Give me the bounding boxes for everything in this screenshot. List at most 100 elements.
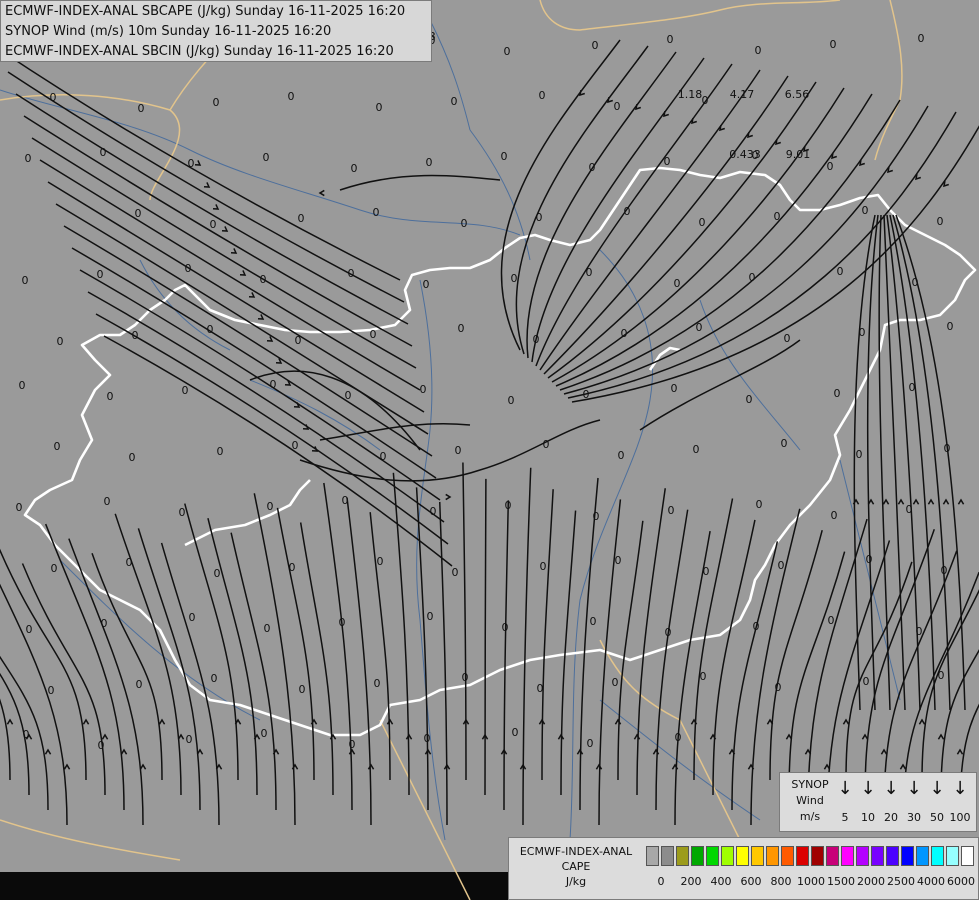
station-value-label: 0: [749, 271, 756, 284]
station-value-label: 0: [292, 439, 299, 452]
station-value-label: 0: [26, 623, 33, 636]
cape-legend-swatch: [691, 846, 704, 866]
station-value-label: 0: [859, 326, 866, 339]
station-value-label: 0: [667, 33, 674, 46]
station-value-label: 0: [289, 561, 296, 574]
station-value-label: 0: [504, 45, 511, 58]
station-value-label: 0: [98, 739, 105, 752]
synop-legend-speed: 10: [861, 811, 875, 824]
station-value-label: 0: [345, 389, 352, 402]
station-value-label: 0: [702, 94, 709, 107]
station-value-label: 0: [267, 500, 274, 513]
station-value-label: 0: [537, 682, 544, 695]
synop-legend-arrow-icon: ↓: [952, 778, 968, 799]
synop-legend-speed: 100: [949, 811, 971, 824]
station-value-label: 0: [189, 611, 196, 624]
station-value-label: 0: [380, 450, 387, 463]
station-value-label: 0: [774, 210, 781, 223]
weather-map[interactable]: 00.00300000000000000000001.184.176.56000…: [0, 0, 979, 900]
station-value-label: 0: [863, 675, 870, 688]
synop-legend-speed: 20: [884, 811, 898, 824]
cape-legend-swatch: [766, 846, 779, 866]
station-value-label: 0: [784, 332, 791, 345]
station-value-label: 0: [589, 161, 596, 174]
station-value-label: 1.18: [678, 88, 703, 101]
cape-legend-swatch: [901, 846, 914, 866]
cape-color-legend: ECMWF-INDEX-ANAL CAPE J/kg 0 200 400 600 800…: [508, 837, 979, 900]
station-value-label: 0: [101, 617, 108, 630]
cape-legend-swatch: [676, 846, 689, 866]
station-value-label: 0: [693, 443, 700, 456]
cape-legend-swatch: [721, 846, 734, 866]
station-value-label: 0: [104, 495, 111, 508]
station-value-label: 0: [182, 384, 189, 397]
cape-legend-swatch: [736, 846, 749, 866]
station-value-label: 0: [593, 510, 600, 523]
cape-legend-swatch: [856, 846, 869, 866]
station-value-label: 0: [263, 151, 270, 164]
synop-legend-speed: 30: [907, 811, 921, 824]
station-value-label: 0: [298, 212, 305, 225]
cape-legend-swatch: [961, 846, 974, 866]
station-value-label: 0: [539, 89, 546, 102]
cape-legend-unit: J/kg: [565, 875, 587, 888]
station-value-label: 0: [107, 390, 114, 403]
station-value-label: 0: [451, 95, 458, 108]
station-value-label: 0: [501, 150, 508, 163]
station-value-label: 0: [370, 328, 377, 341]
synop-legend-arrow-icon: ↓: [906, 778, 922, 799]
station-value-label: 0: [455, 444, 462, 457]
station-value-label: 0: [831, 509, 838, 522]
station-value-label: 0: [671, 382, 678, 395]
station-value-label: 0: [756, 498, 763, 511]
station-value-label: 0: [179, 506, 186, 519]
station-value-label: 0: [916, 625, 923, 638]
station-value-label: 4.17: [730, 88, 755, 101]
station-value-label: 0: [430, 505, 437, 518]
station-value-label: 0: [48, 684, 55, 697]
station-value-label: 0: [614, 100, 621, 113]
station-value-label: 0: [373, 206, 380, 219]
station-value-label: 0: [540, 560, 547, 573]
synop-legend-speed: 50: [930, 811, 944, 824]
station-value-label: 0: [746, 393, 753, 406]
cape-legend-subtitle: CAPE: [561, 860, 591, 873]
station-value-label: 0: [462, 671, 469, 684]
station-value-label: 0: [665, 626, 672, 639]
cape-legend-swatch: [661, 846, 674, 866]
station-value-label: 0: [19, 379, 26, 392]
station-value-label: 0: [909, 381, 916, 394]
station-value-label: 0: [427, 610, 434, 623]
station-value-label: 0: [135, 207, 142, 220]
cape-legend-swatch: [751, 846, 764, 866]
station-value-label: 0: [856, 448, 863, 461]
cape-legend-tick-label: 6000: [947, 875, 975, 888]
station-value-label: 0: [51, 562, 58, 575]
station-value-label: 0: [508, 394, 515, 407]
station-value-label: 0: [618, 449, 625, 462]
station-value-label: 0: [210, 218, 217, 231]
station-value-label: 0: [339, 616, 346, 629]
station-value-label: 0: [136, 678, 143, 691]
station-value-label: 0: [351, 162, 358, 175]
station-value-label: 0: [374, 677, 381, 690]
station-value-label: 0: [207, 323, 214, 336]
synop-legend-speed: 5: [841, 811, 849, 824]
station-value-label: 0: [299, 683, 306, 696]
station-value-label: 0: [941, 564, 948, 577]
station-value-label: 0: [621, 327, 628, 340]
station-value-label: 0: [778, 559, 785, 572]
station-value-label: 0: [699, 216, 706, 229]
station-value-label: 0: [54, 440, 61, 453]
station-value-label: 0.433: [729, 148, 761, 161]
title-cape-line: ECMWF-INDEX-ANAL SBCAPE (J/kg) Sunday 16…: [5, 4, 406, 19]
station-value-label: 6.56: [785, 88, 810, 101]
cape-legend-swatch: [826, 846, 839, 866]
station-value-label: 0: [615, 554, 622, 567]
station-value-label: 0: [214, 567, 221, 580]
cape-legend-swatch: [871, 846, 884, 866]
station-value-label: 0: [862, 204, 869, 217]
station-value-label: 0: [50, 91, 57, 104]
station-value-label: 0: [423, 278, 430, 291]
cape-legend-swatch: [916, 846, 929, 866]
